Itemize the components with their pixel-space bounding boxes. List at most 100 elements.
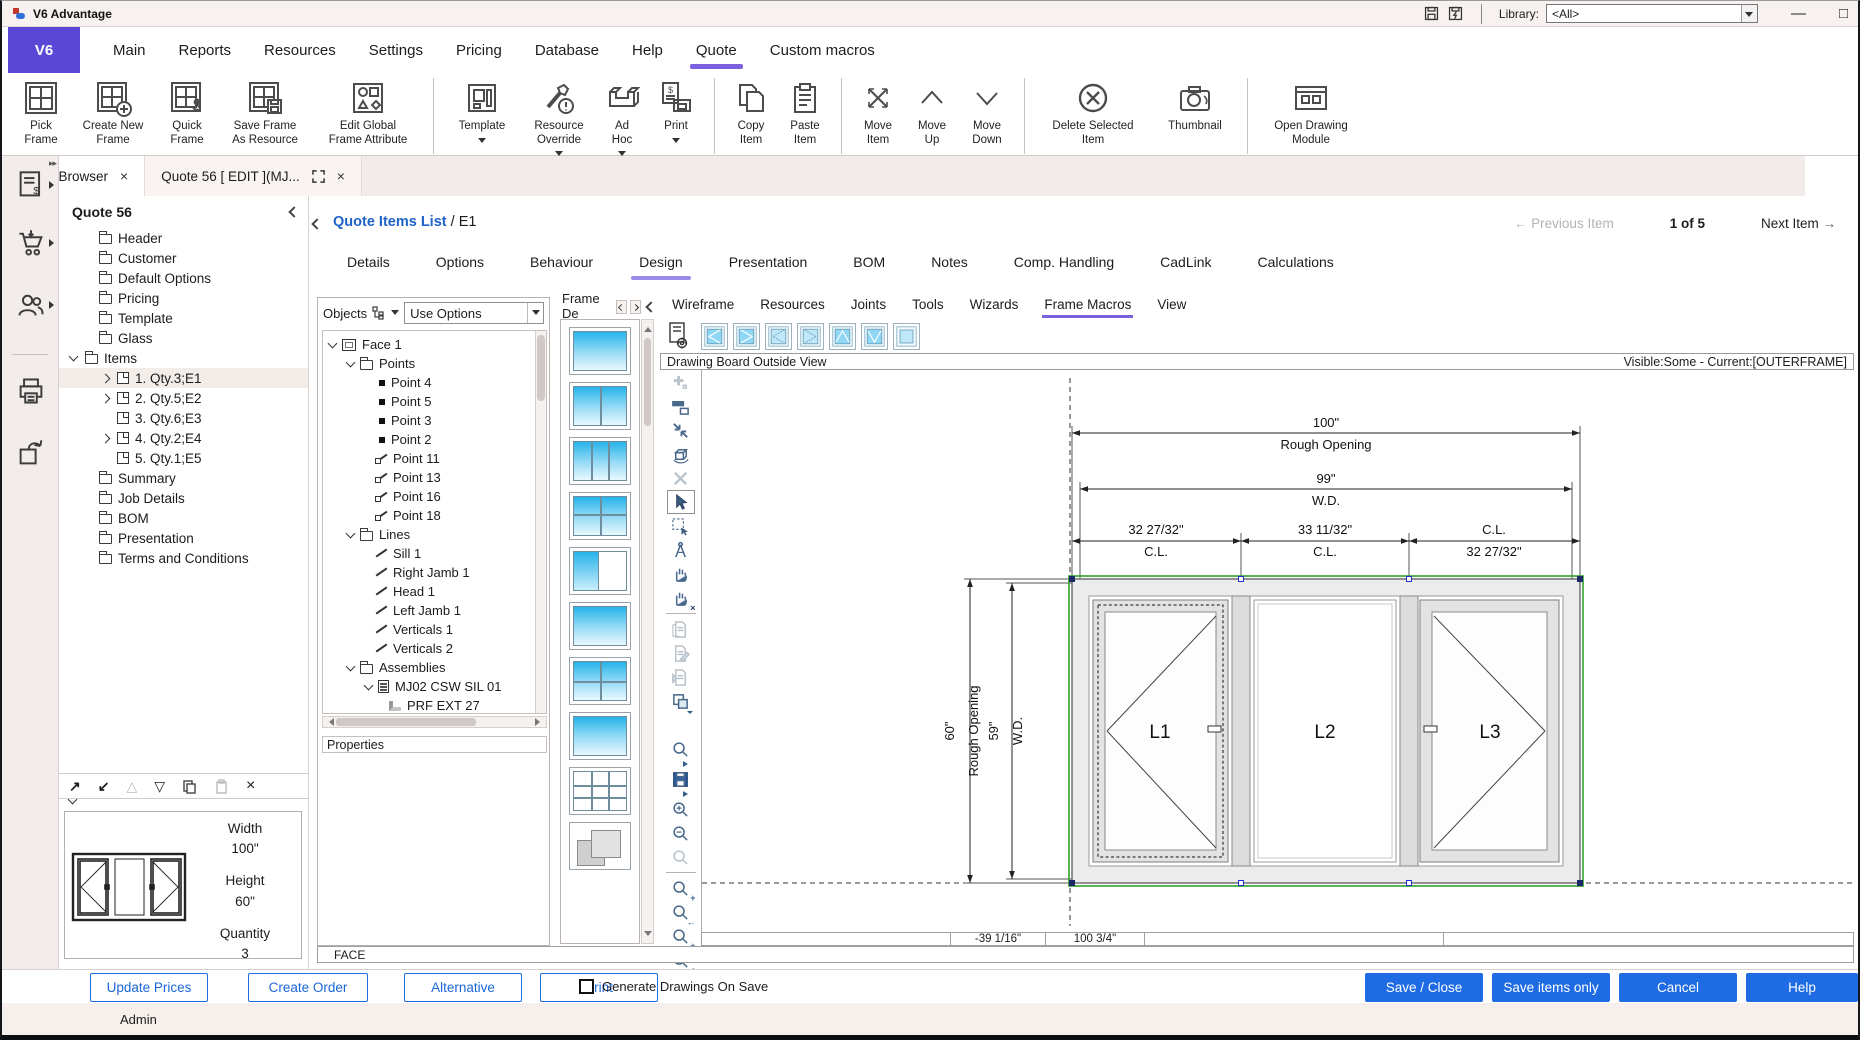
zoom-out-tool-icon[interactable] xyxy=(667,821,695,845)
tree-item-pricing[interactable]: Pricing xyxy=(59,288,308,308)
arrow-ne-icon[interactable]: ↗ xyxy=(69,778,81,795)
move-down-button[interactable]: MoveDown xyxy=(959,76,1015,147)
obj-point-11[interactable]: Point 11 xyxy=(323,449,546,468)
rotate-3d-tool-icon[interactable] xyxy=(667,442,695,466)
export-icon[interactable] xyxy=(16,438,46,468)
obj-point-16[interactable]: Point 16 xyxy=(323,487,546,506)
use-options-dropdown[interactable]: Use Options xyxy=(404,302,544,324)
next-item-button[interactable]: Next Item → xyxy=(1761,216,1836,231)
template-thumb-assembly[interactable] xyxy=(569,822,631,870)
tree-item-summary[interactable]: Summary xyxy=(59,468,308,488)
edit-tool-icon[interactable] xyxy=(667,641,695,665)
macro-hopper-icon[interactable] xyxy=(861,323,888,350)
copy-item-icon[interactable] xyxy=(182,779,197,794)
generate-drawings-checkbox[interactable] xyxy=(579,979,594,994)
zoom-in-tool-icon[interactable] xyxy=(667,797,695,821)
menu-pricing[interactable]: Pricing xyxy=(456,27,502,73)
thumbnail-button[interactable]: Thumbnail xyxy=(1152,76,1238,134)
tab-comp-handling[interactable]: Comp. Handling xyxy=(1014,254,1114,280)
objects-vertical-scrollbar[interactable] xyxy=(535,331,546,713)
tab-quote-document[interactable]: Quote 56 [ EDIT ](MJ... × xyxy=(145,156,362,196)
obj-right-jamb-1[interactable]: Right Jamb 1 xyxy=(323,563,546,582)
menu-custom-macros[interactable]: Custom macros xyxy=(770,27,875,73)
printer-icon[interactable] xyxy=(16,376,46,406)
tab-bom[interactable]: BOM xyxy=(853,254,885,280)
tab-presentation[interactable]: Presentation xyxy=(729,254,808,280)
resource-override-button[interactable]: ResourceOverride xyxy=(521,76,597,160)
close-icon[interactable]: × xyxy=(337,168,345,184)
subtab-wizards[interactable]: Wizards xyxy=(970,297,1019,317)
obj-point-2[interactable]: Point 2 xyxy=(323,430,546,449)
template-thumb-3lite[interactable] xyxy=(569,437,631,485)
template-thumb-2lite[interactable] xyxy=(569,382,631,430)
print-dropdown-caret[interactable] xyxy=(672,138,680,147)
zoom-previous-tool-icon[interactable]: ← xyxy=(667,900,695,924)
ad-hoc-dropdown-caret[interactable] xyxy=(618,151,626,160)
tree-item-1[interactable]: 1. Qty.3;E1 xyxy=(59,368,308,388)
arrow-sw-icon[interactable]: ↙ xyxy=(98,778,110,795)
alternative-button[interactable]: Alternative xyxy=(404,973,522,1002)
tree-item-bom[interactable]: BOM xyxy=(59,508,308,528)
subtab-joints[interactable]: Joints xyxy=(851,297,886,317)
obj-lines[interactable]: Lines xyxy=(323,525,546,544)
zoom-disabled-tool-icon[interactable] xyxy=(667,845,695,869)
delete-item-icon[interactable]: × xyxy=(246,777,255,795)
objects-horizontal-scrollbar[interactable] xyxy=(322,716,547,728)
subtab-tools[interactable]: Tools xyxy=(912,297,944,317)
tree-item-4[interactable]: 4. Qty.2;E4 xyxy=(59,428,308,448)
update-prices-button[interactable]: Update Prices xyxy=(90,973,208,1002)
tree-item-presentation[interactable]: Presentation xyxy=(59,528,308,548)
resource-dropdown-caret[interactable] xyxy=(555,151,563,160)
strip-scrollbar[interactable] xyxy=(641,319,654,944)
zoom-selection-tool-icon[interactable]: + xyxy=(667,924,695,948)
obj-assemblies[interactable]: Assemblies xyxy=(323,658,546,677)
menu-database[interactable]: Database xyxy=(535,27,599,73)
tree-item-glass[interactable]: Glass xyxy=(59,328,308,348)
macro-casement-right-icon[interactable] xyxy=(733,323,760,350)
brand-button[interactable]: V6 xyxy=(8,27,80,73)
move-item-button[interactable]: MoveItem xyxy=(851,76,905,147)
template-thumb-4pane-2[interactable] xyxy=(569,657,631,705)
panel-collapse-icon[interactable] xyxy=(288,206,299,217)
tree-item-header[interactable]: Header xyxy=(59,228,308,248)
zoom-extents-tool-icon[interactable]: + xyxy=(667,876,695,900)
delete-tool-icon[interactable] xyxy=(667,466,695,490)
copy-tool-icon[interactable] xyxy=(667,617,695,641)
tree-item-template[interactable]: Template xyxy=(59,308,308,328)
customers-flyout-arrow[interactable] xyxy=(49,301,58,309)
expand-icon[interactable] xyxy=(312,170,325,183)
close-icon[interactable]: × xyxy=(120,168,128,184)
obj-mj02[interactable]: MJ02 CSW SIL 01 xyxy=(323,677,546,696)
obj-point-3[interactable]: Point 3 xyxy=(323,411,546,430)
content-collapse-icon[interactable] xyxy=(311,218,322,229)
edit-global-frame-attribute-button[interactable]: Edit GlobalFrame Attribute xyxy=(312,76,424,147)
obj-point-18[interactable]: Point 18 xyxy=(323,506,546,525)
layers-tool-icon[interactable] xyxy=(667,689,695,713)
tab-cadlink[interactable]: CadLink xyxy=(1160,254,1211,280)
save-frame-as-resource-button[interactable]: Save FrameAs Resource xyxy=(218,76,312,147)
menu-reports[interactable]: Reports xyxy=(179,27,232,73)
macro-awning-icon[interactable] xyxy=(829,323,856,350)
save-icon[interactable] xyxy=(1423,5,1440,22)
pan-cancel-tool-icon[interactable]: × xyxy=(667,586,695,610)
macro-fixed-icon[interactable] xyxy=(893,323,920,350)
zoom-window-tool-icon[interactable] xyxy=(667,737,695,761)
save-items-only-button[interactable]: Save items only xyxy=(1492,973,1610,1002)
rail-collapse-icon[interactable]: ▸▸ xyxy=(49,158,56,169)
obj-left-jamb-1[interactable]: Left Jamb 1 xyxy=(323,601,546,620)
strip-prev-button[interactable] xyxy=(616,300,627,314)
template-thumb-fixed-2[interactable] xyxy=(569,602,631,650)
collapse-tool-icon[interactable] xyxy=(667,418,695,442)
previous-item-button[interactable]: ← Previous Item xyxy=(1514,216,1614,231)
template-dropdown-caret[interactable] xyxy=(478,138,486,147)
tree-item-customer[interactable]: Customer xyxy=(59,248,308,268)
obj-point-4[interactable]: Point 4 xyxy=(323,373,546,392)
menu-quote[interactable]: Quote xyxy=(696,27,737,73)
subtab-frame-macros[interactable]: Frame Macros xyxy=(1044,297,1131,317)
macro-casement-right-out-icon[interactable] xyxy=(797,323,824,350)
subtab-view[interactable]: View xyxy=(1157,297,1186,317)
create-order-button[interactable]: Create Order xyxy=(248,973,368,1002)
help-button[interactable]: Help xyxy=(1746,973,1858,1002)
obj-prf-ext-27[interactable]: PRF EXT 27 xyxy=(323,696,546,714)
quote-document-icon[interactable]: $ xyxy=(16,170,46,200)
